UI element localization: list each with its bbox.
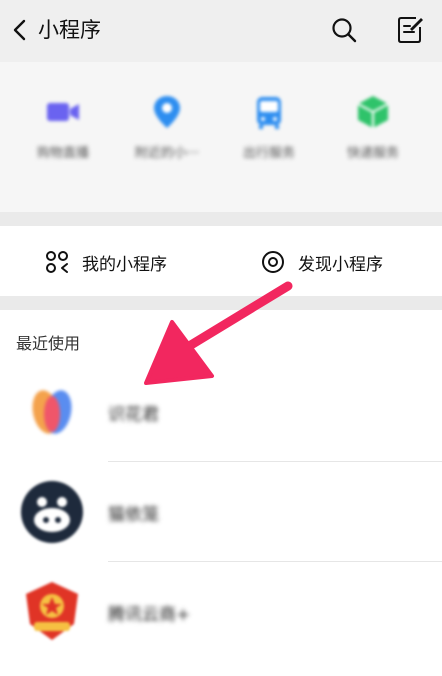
section-divider (0, 296, 442, 310)
service-item-nearby[interactable]: 附近的小··· (112, 92, 222, 161)
discover-icon (262, 251, 284, 273)
list-item[interactable]: 腾讯云商+ (0, 562, 442, 662)
back-icon[interactable] (10, 17, 32, 43)
list-item-name: 猫依笼 (108, 505, 159, 525)
robot-app-avatar-icon (21, 481, 83, 543)
video-camera-icon (47, 103, 79, 121)
list-item-name: 识花君 (108, 405, 159, 425)
badge-app-avatar-icon (26, 582, 78, 640)
location-pin-icon (154, 96, 180, 128)
top-bar: 小程序 (0, 0, 442, 62)
package-box-icon (357, 96, 389, 128)
discover-mini-programs-button[interactable]: 发现小程序 (260, 248, 383, 276)
service-item-live-shopping[interactable]: 购物直播 (8, 92, 118, 161)
page-title: 小程序 (38, 18, 101, 42)
mini-program-links: 我的小程序 发现小程序 (0, 226, 442, 296)
service-item-travel[interactable]: 出行服务 (214, 92, 324, 161)
list-item[interactable]: 识花君 (0, 362, 442, 462)
list-item[interactable]: 猫依笼 (0, 462, 442, 562)
service-label: 快递服务 (346, 146, 399, 161)
search-icon[interactable] (330, 16, 358, 44)
service-label: 出行服务 (242, 146, 295, 161)
note-icon[interactable] (396, 15, 424, 45)
my-programs-icon (46, 251, 68, 273)
bus-icon (257, 97, 281, 129)
recent-section-title: 最近使用 (16, 334, 81, 353)
flower-app-avatar-icon (32, 390, 72, 434)
my-mini-programs-label: 我的小程序 (82, 254, 167, 275)
list-item-name: 腾讯云商+ (108, 605, 191, 625)
service-item-express[interactable]: 快递服务 (318, 92, 428, 161)
my-mini-programs-button[interactable]: 我的小程序 (44, 248, 167, 276)
discover-label: 发现小程序 (298, 254, 383, 275)
section-divider (0, 212, 442, 226)
service-label: 附近的小··· (134, 146, 200, 161)
service-shortcuts: 购物直播 附近的小··· 出行服务 快递服务 (0, 62, 442, 212)
service-label: 购物直播 (36, 146, 89, 161)
